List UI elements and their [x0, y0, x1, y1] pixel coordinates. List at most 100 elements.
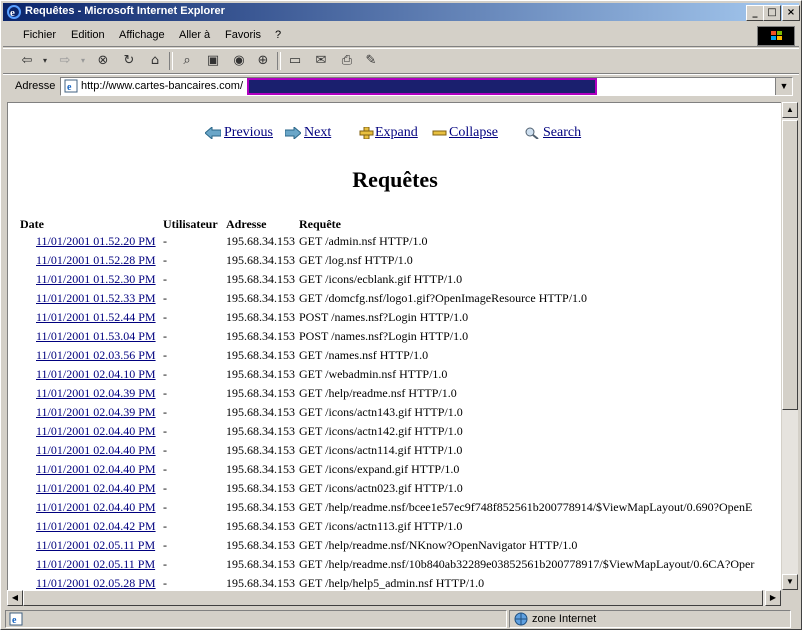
next-link[interactable]: Next: [304, 125, 331, 141]
menu-help[interactable]: ?: [275, 29, 281, 41]
log-address: 195.68.34.153: [226, 538, 295, 552]
menu-aller-a[interactable]: Aller à: [179, 29, 210, 41]
log-address: 195.68.34.153: [226, 405, 295, 419]
menu-bar: Fichier Edition Affichage Aller à Favori…: [3, 24, 799, 47]
log-date-link[interactable]: 11/01/2001 02.05.11 PM: [36, 538, 155, 553]
table-row: 11/01/2001 02.04.42 PM - 195.68.34.153 GET …: [8, 519, 782, 538]
media-icon[interactable]: ◉: [229, 52, 249, 70]
log-date-link[interactable]: 11/01/2001 02.03.56 PM: [36, 348, 156, 363]
fullscreen-icon[interactable]: ▭: [285, 52, 305, 70]
menu-edition[interactable]: Edition: [71, 29, 105, 41]
maximize-button[interactable]: □: [763, 5, 781, 21]
back-dropdown-icon[interactable]: ▾: [35, 52, 55, 70]
address-input[interactable]: e http://www.cartes-bancaires.com/ ▼: [60, 77, 793, 96]
log-date-link[interactable]: 11/01/2001 01.53.04 PM: [36, 329, 156, 344]
log-user: -: [163, 234, 167, 248]
log-address: 195.68.34.153: [226, 234, 295, 248]
log-request: POST /names.nsf?Login HTTP/1.0: [299, 310, 469, 324]
log-user: -: [163, 500, 167, 514]
log-request: GET /icons/actn023.gif HTTP/1.0: [299, 481, 463, 495]
windows-logo-icon: [757, 26, 795, 46]
log-address: 195.68.34.153: [226, 329, 295, 343]
log-address: 195.68.34.153: [226, 462, 295, 476]
horizontal-scrollbar[interactable]: ◀ ▶: [7, 590, 781, 606]
address-dropdown-icon[interactable]: ▼: [775, 78, 792, 95]
browser-window: e Requêtes - Microsoft Internet Explorer…: [0, 0, 802, 630]
menu-favoris[interactable]: Favoris: [225, 29, 261, 41]
log-date-link[interactable]: 11/01/2001 01.52.33 PM: [36, 291, 156, 306]
search-icon[interactable]: ⌕: [177, 52, 197, 70]
log-request: GET /help/readme.nsf/bcee1e57ec9f748f852…: [299, 500, 753, 514]
favorites-icon[interactable]: ▣: [203, 52, 223, 70]
log-date-link[interactable]: 11/01/2001 02.04.40 PM: [36, 462, 156, 477]
expand-plus-icon: [359, 127, 374, 139]
log-date-link[interactable]: 11/01/2001 01.52.28 PM: [36, 253, 156, 268]
svg-text:e: e: [12, 615, 17, 626]
print-icon[interactable]: ⎙: [337, 52, 357, 70]
zone-label: zone Internet: [532, 613, 597, 625]
history-icon[interactable]: ⊕: [253, 52, 273, 70]
forward-dropdown-icon[interactable]: ▾: [73, 52, 93, 70]
horizontal-scroll-thumb[interactable]: [23, 590, 763, 606]
stop-icon[interactable]: ⊗: [93, 52, 113, 70]
log-user: -: [163, 557, 167, 571]
minimize-button[interactable]: _: [746, 5, 764, 21]
menu-fichier[interactable]: Fichier: [23, 29, 56, 41]
log-user: -: [163, 310, 167, 324]
scroll-left-icon[interactable]: ◀: [7, 590, 23, 606]
log-date-link[interactable]: 11/01/2001 02.04.40 PM: [36, 500, 156, 515]
forward-icon[interactable]: ⇨: [55, 52, 75, 70]
table-row: 11/01/2001 02.04.10 PM - 195.68.34.153 GET …: [8, 367, 782, 386]
scroll-up-icon[interactable]: ▲: [782, 102, 798, 118]
log-date-link[interactable]: 11/01/2001 02.05.28 PM: [36, 576, 156, 591]
collapse-link[interactable]: Collapse: [449, 125, 498, 141]
edit-icon[interactable]: ✎: [361, 52, 381, 70]
log-date-link[interactable]: 11/01/2001 02.04.39 PM: [36, 386, 156, 401]
back-icon[interactable]: ⇦: [17, 52, 37, 70]
close-button[interactable]: ×: [782, 5, 800, 21]
vertical-scroll-thumb[interactable]: [782, 120, 798, 410]
expand-link[interactable]: Expand: [375, 125, 418, 141]
log-date-link[interactable]: 11/01/2001 02.04.40 PM: [36, 481, 156, 496]
log-user: -: [163, 348, 167, 362]
mail-icon[interactable]: ✉: [311, 52, 331, 70]
refresh-icon[interactable]: ↻: [119, 52, 139, 70]
window-title: Requêtes - Microsoft Internet Explorer: [25, 5, 225, 17]
scroll-down-icon[interactable]: ▼: [782, 574, 798, 590]
table-row: 11/01/2001 02.03.56 PM - 195.68.34.153 GET …: [8, 348, 782, 367]
table-row: 11/01/2001 02.04.39 PM - 195.68.34.153 GET …: [8, 386, 782, 405]
log-user: -: [163, 272, 167, 286]
previous-link[interactable]: Previous: [224, 125, 273, 141]
log-request: GET /icons/ecblank.gif HTTP/1.0: [299, 272, 463, 286]
log-date-link[interactable]: 11/01/2001 02.04.39 PM: [36, 405, 156, 420]
log-date-link[interactable]: 11/01/2001 01.52.44 PM: [36, 310, 156, 325]
ie-logo-icon: e: [7, 5, 21, 19]
table-row: 11/01/2001 01.52.33 PM - 195.68.34.153 GET …: [8, 291, 782, 310]
log-request: GET /webadmin.nsf HTTP/1.0: [299, 367, 448, 381]
log-date-link[interactable]: 11/01/2001 02.04.40 PM: [36, 424, 156, 439]
zone-panel: zone Internet: [509, 610, 791, 628]
log-date-link[interactable]: 11/01/2001 02.04.10 PM: [36, 367, 156, 382]
log-user: -: [163, 462, 167, 476]
table-row: 11/01/2001 01.52.28 PM - 195.68.34.153 GET …: [8, 253, 782, 272]
scroll-right-icon[interactable]: ▶: [765, 590, 781, 606]
log-request: GET /icons/actn113.gif HTTP/1.0: [299, 519, 463, 533]
search-link[interactable]: Search: [543, 125, 581, 141]
log-address: 195.68.34.153: [226, 519, 295, 533]
vertical-scrollbar[interactable]: ▲ ▼: [781, 102, 798, 590]
home-icon[interactable]: ⌂: [145, 52, 165, 70]
log-date-link[interactable]: 11/01/2001 02.04.40 PM: [36, 443, 156, 458]
log-date-link[interactable]: 11/01/2001 02.04.42 PM: [36, 519, 156, 534]
log-date-link[interactable]: 11/01/2001 02.05.11 PM: [36, 557, 155, 572]
log-address: 195.68.34.153: [226, 253, 295, 267]
table-row: 11/01/2001 02.04.40 PM - 195.68.34.153 GET …: [8, 424, 782, 443]
log-date-link[interactable]: 11/01/2001 01.52.30 PM: [36, 272, 156, 287]
log-request: GET /admin.nsf HTTP/1.0: [299, 234, 428, 248]
log-date-link[interactable]: 11/01/2001 01.52.20 PM: [36, 234, 156, 249]
log-request: GET /help/readme.nsf HTTP/1.0: [299, 386, 457, 400]
table-row: 11/01/2001 02.04.40 PM - 195.68.34.153 GET …: [8, 462, 782, 481]
table-row: 11/01/2001 01.52.44 PM - 195.68.34.153 POST…: [8, 310, 782, 329]
title-bar[interactable]: e Requêtes - Microsoft Internet Explorer…: [3, 3, 800, 21]
menu-affichage[interactable]: Affichage: [119, 29, 165, 41]
next-arrow-icon: [285, 127, 301, 139]
